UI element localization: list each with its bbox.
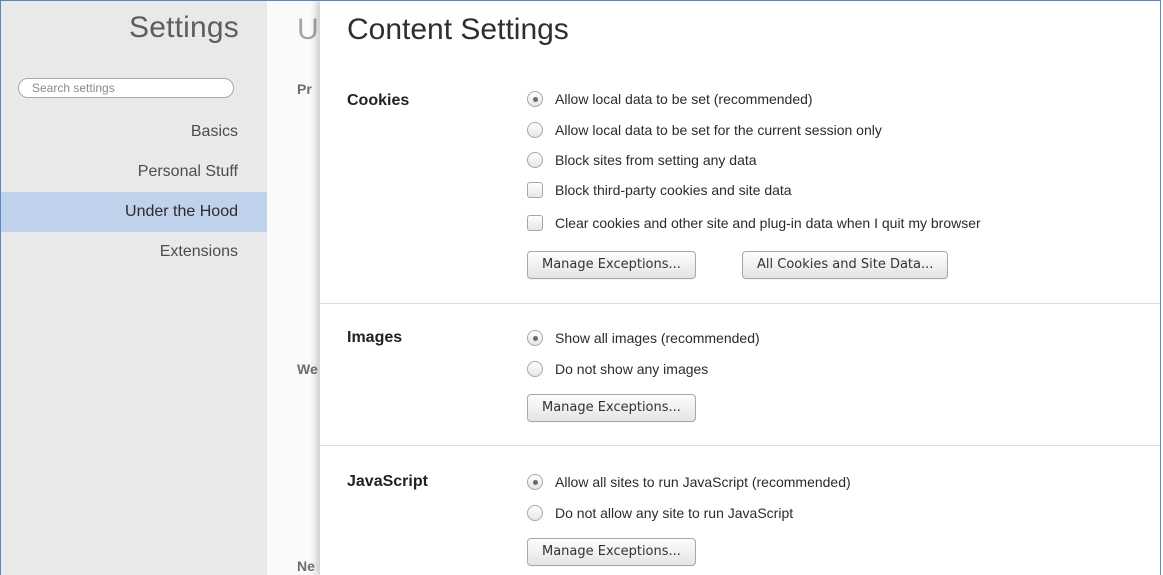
checkbox[interactable] [527, 182, 543, 198]
section-label-javascript: JavaScript [347, 473, 428, 490]
radio-button[interactable] [527, 91, 543, 107]
radio-button[interactable] [527, 474, 543, 490]
option-label: Allow local data to be set for the curre… [555, 122, 882, 138]
cookies-option-block[interactable]: Block sites from setting any data [527, 149, 757, 171]
background-page-title: U [297, 13, 319, 46]
option-label: Do not show any images [555, 361, 709, 377]
sidebar-item-extensions[interactable]: Extensions [1, 232, 267, 272]
radio-button[interactable] [527, 330, 543, 346]
all-cookies-and-site-data-button[interactable]: All Cookies and Site Data... [742, 251, 949, 279]
sidebar-item-personal-stuff[interactable]: Personal Stuff [1, 152, 267, 192]
sidebar-item-basics[interactable]: Basics [1, 112, 267, 152]
images-option-show-all[interactable]: Show all images (recommended) [527, 327, 760, 349]
dialog-title: Content Settings [347, 13, 569, 46]
section-label-images: Images [347, 329, 403, 346]
option-label: Clear cookies and other site and plug-in… [555, 215, 981, 231]
radio-button[interactable] [527, 361, 543, 377]
sidebar-title: Settings [129, 11, 239, 44]
javascript-option-allow[interactable]: Allow all sites to run JavaScript (recom… [527, 471, 851, 493]
section-label-cookies: Cookies [347, 92, 410, 109]
images-manage-exceptions-button[interactable]: Manage Exceptions... [527, 394, 696, 422]
option-label: Show all images (recommended) [555, 330, 760, 346]
radio-button[interactable] [527, 505, 543, 521]
option-label: Allow all sites to run JavaScript (recom… [555, 474, 851, 490]
cookies-manage-exceptions-button[interactable]: Manage Exceptions... [527, 251, 696, 279]
section-divider [320, 303, 1160, 304]
section-divider [320, 445, 1160, 446]
background-page: U Pr We Ne [267, 1, 327, 575]
settings-window: Settings Search settings Basics Personal… [0, 0, 1161, 575]
sidebar: Settings Search settings Basics Personal… [1, 1, 267, 575]
sidebar-item-under-the-hood[interactable]: Under the Hood [1, 192, 267, 232]
background-label: Pr [297, 81, 312, 97]
cookies-option-session-only[interactable]: Allow local data to be set for the curre… [527, 119, 882, 141]
javascript-option-disallow[interactable]: Do not allow any site to run JavaScript [527, 502, 793, 524]
search-input[interactable]: Search settings [18, 78, 234, 98]
cookies-option-clear-on-quit[interactable]: Clear cookies and other site and plug-in… [527, 212, 981, 234]
content-settings-dialog: Content Settings Cookies Allow local dat… [319, 1, 1160, 575]
option-label: Do not allow any site to run JavaScript [555, 505, 794, 521]
javascript-manage-exceptions-button[interactable]: Manage Exceptions... [527, 538, 696, 566]
radio-button[interactable] [527, 152, 543, 168]
option-label: Allow local data to be set (recommended) [555, 91, 813, 107]
option-label: Block sites from setting any data [555, 152, 757, 168]
option-label: Block third-party cookies and site data [555, 182, 792, 198]
background-label: Ne [297, 558, 315, 574]
cookies-option-allow[interactable]: Allow local data to be set (recommended) [527, 88, 813, 110]
background-label: We [297, 361, 318, 377]
images-option-show-none[interactable]: Do not show any images [527, 358, 708, 380]
radio-button[interactable] [527, 122, 543, 138]
checkbox[interactable] [527, 215, 543, 231]
cookies-option-block-third-party[interactable]: Block third-party cookies and site data [527, 179, 792, 201]
